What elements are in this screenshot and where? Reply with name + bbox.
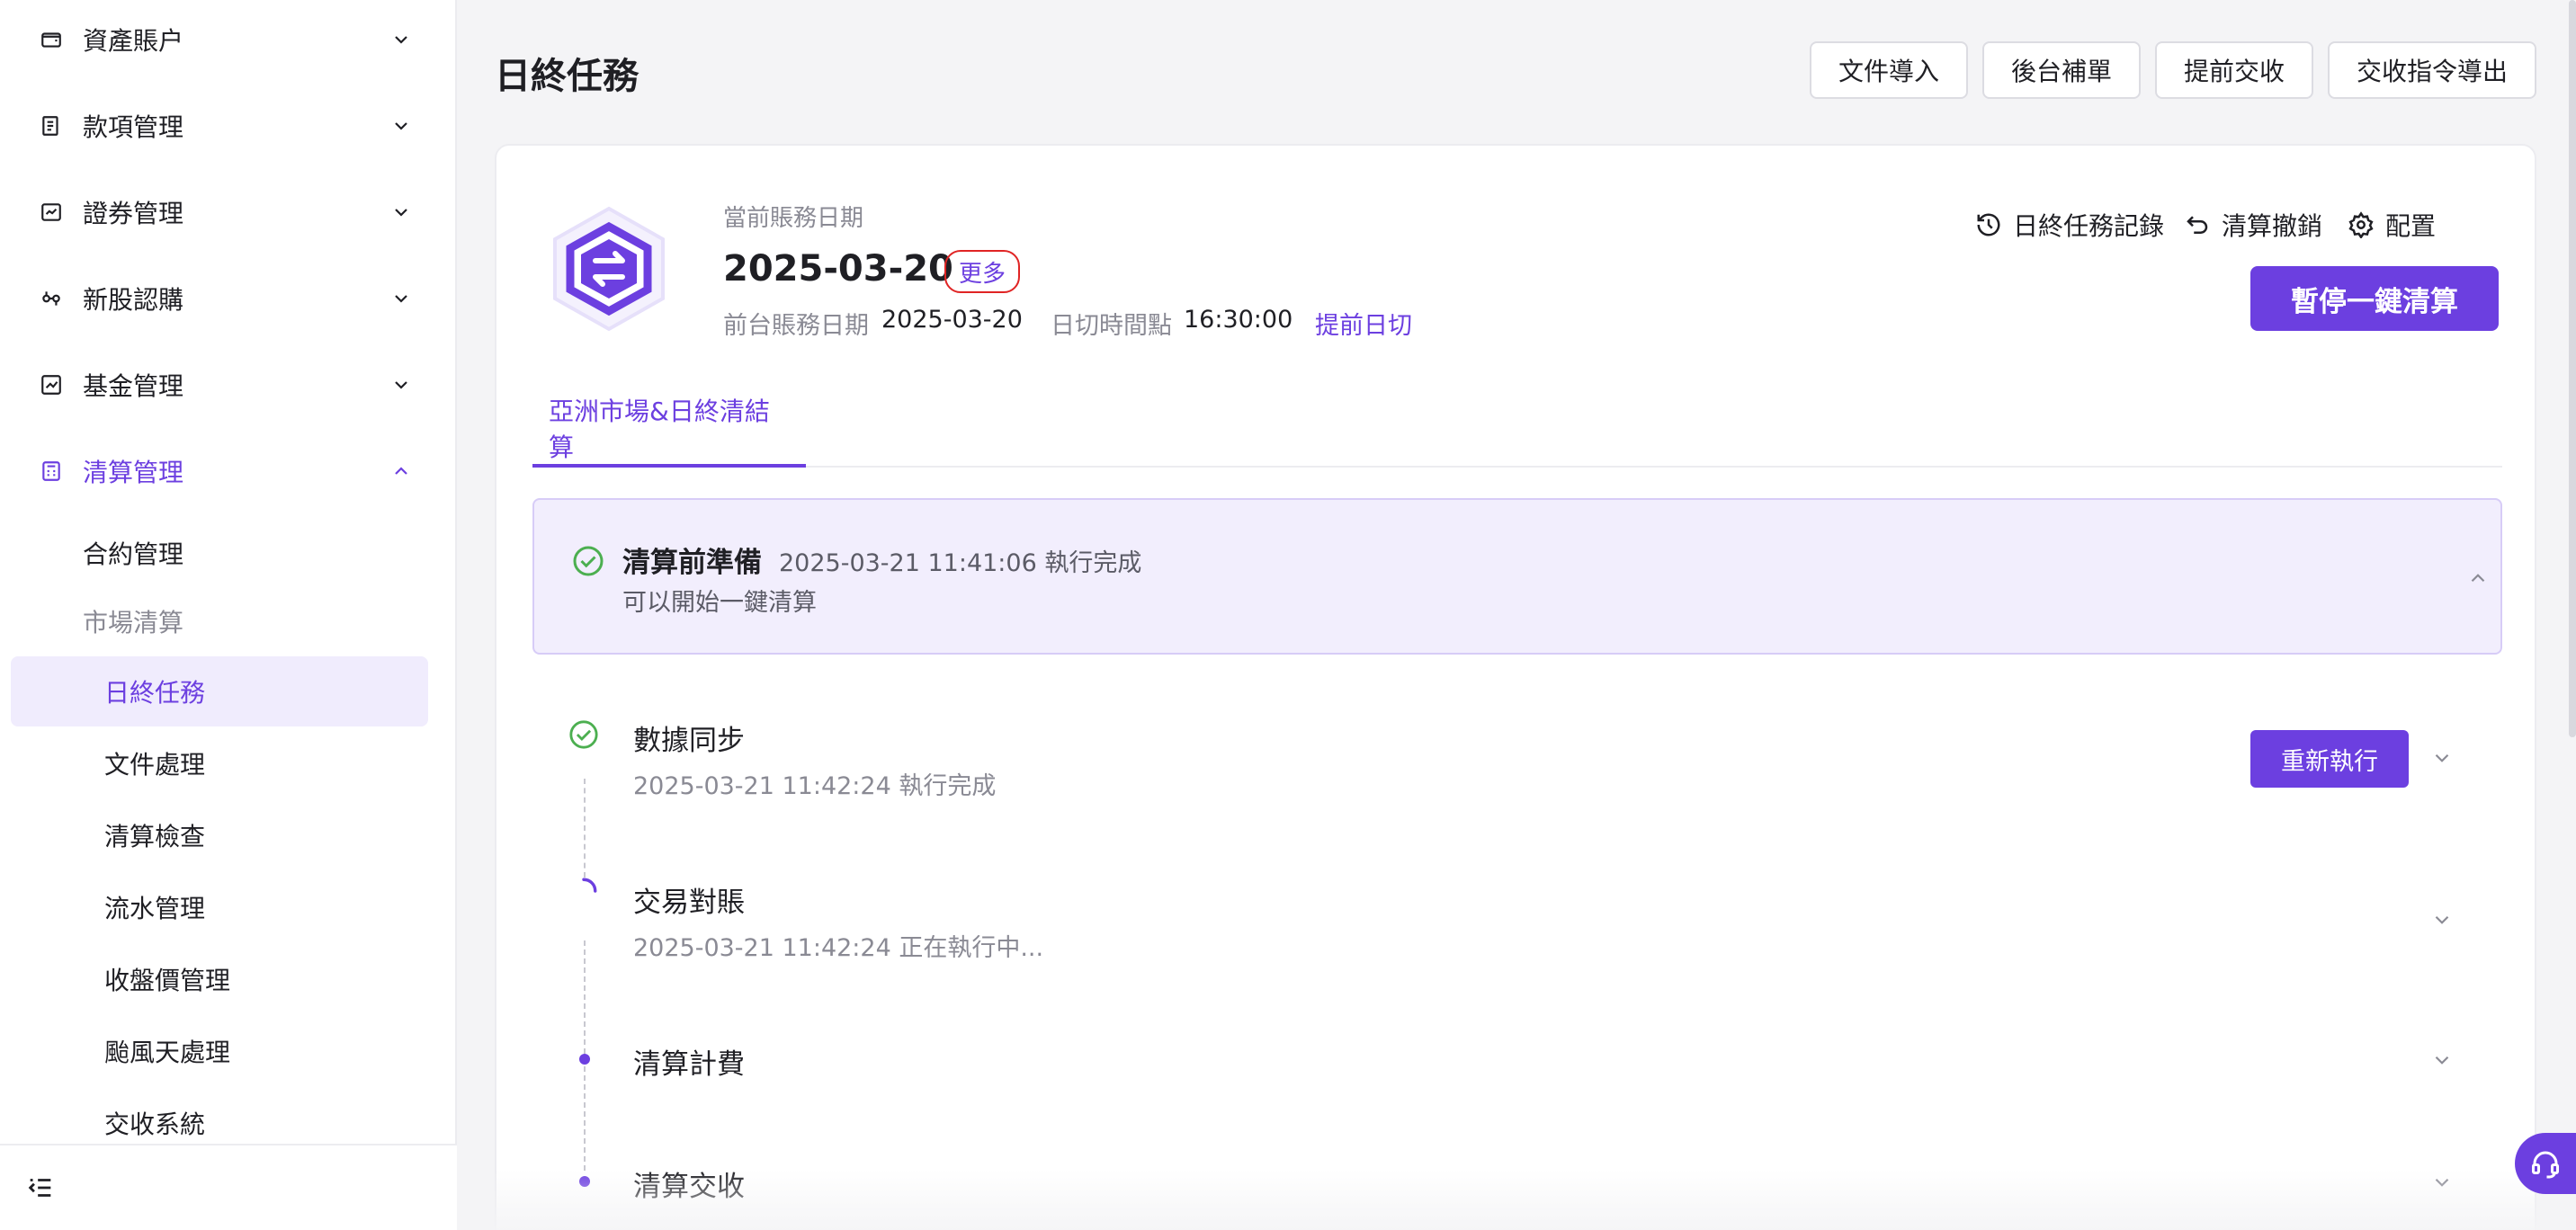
sidebar-group-securities[interactable]: 證券管理 — [0, 176, 457, 248]
undo-icon — [2187, 216, 2208, 234]
front-date-label: 前台賬務日期 — [723, 312, 869, 340]
action-label: 日終任務記錄 — [2013, 211, 2165, 241]
collapse-menu-icon[interactable] — [25, 1172, 56, 1203]
sidebar-group-label: 基金管理 — [83, 371, 184, 401]
page-title: 日終任務 — [495, 56, 639, 97]
step-pre-clearing[interactable]: 清算前準備 2025-03-21 11:41:06 執行完成 可以開始一鍵清算 — [532, 498, 2502, 655]
current-date-value: 2025-03-20 — [723, 248, 953, 290]
step-title-clearing-settlement: 清算交收 — [633, 1171, 745, 1203]
step-connector — [584, 779, 586, 878]
step-title: 清算前準備 — [622, 547, 762, 579]
cutoff-time-value: 16:30:00 — [1184, 306, 1293, 334]
sidebar-item-journal[interactable]: 流水管理 — [11, 872, 428, 942]
rerun-button[interactable]: 重新執行 — [2250, 730, 2409, 788]
history-icon — [1977, 213, 2000, 236]
chevron-up-icon — [395, 467, 407, 475]
sidebar-item-eod-tasks[interactable]: 日終任務 — [11, 656, 428, 726]
chevron-down-icon — [395, 36, 407, 44]
more-link[interactable]: 更多 — [944, 250, 1020, 293]
action-label: 清算撤銷 — [2222, 211, 2323, 241]
sidebar-item-file-processing[interactable]: 文件處理 — [11, 728, 428, 798]
cutoff-time-label: 日切時間點 — [1051, 312, 1172, 340]
chevron-down-icon[interactable] — [2430, 746, 2454, 770]
chevron-down-icon — [395, 381, 407, 389]
securities-icon — [41, 203, 61, 221]
sidebar-item-contracts[interactable]: 合約管理 — [0, 518, 417, 588]
app-root: 資產賬户 款項管理 證券管理 新股認購 基金管理 清算管理 合約管理 市場清算 … — [0, 0, 2576, 1230]
check-circle-icon — [573, 546, 604, 576]
sidebar-group-label: 新股認購 — [83, 285, 184, 315]
sidebar-group-payments[interactable]: 款項管理 — [0, 90, 457, 162]
step-time: 2025-03-21 11:42:24 執行完成 — [633, 772, 997, 800]
backend-order-button[interactable]: 後台補單 — [1982, 41, 2141, 99]
sidebar-item-label: 收盤價管理 — [104, 966, 231, 995]
early-cutoff-link[interactable]: 提前日切 — [1315, 306, 1412, 341]
chevron-down-icon[interactable] — [2430, 1171, 2454, 1194]
sidebar-item-label: 流水管理 — [104, 894, 206, 923]
early-settlement-button[interactable]: 提前交收 — [2155, 41, 2313, 99]
step-time: 2025-03-21 11:42:24 正在執行中... — [633, 934, 1044, 962]
page-scrollbar[interactable] — [2569, 0, 2576, 737]
step-pending-dot — [579, 1054, 590, 1065]
sidebar-group-label: 款項管理 — [83, 112, 184, 142]
action-label: 配置 — [2385, 211, 2437, 241]
wallet-icon — [41, 32, 61, 48]
chevron-up-icon[interactable] — [2466, 566, 2490, 590]
sidebar-footer — [0, 1144, 457, 1230]
loading-spinner-icon — [582, 878, 597, 893]
chevron-down-icon[interactable] — [2430, 908, 2454, 931]
gear-icon — [2348, 211, 2374, 238]
customer-support-button[interactable] — [2515, 1133, 2576, 1194]
exchange-logo-icon — [553, 206, 665, 332]
market-tabs: 亞洲市場&日終清結算 — [532, 392, 2502, 468]
pause-one-click-clearing-button[interactable]: 暫停一鍵清算 — [2250, 266, 2499, 331]
sidebar-item-market-clearing[interactable]: 市場清算 — [0, 586, 417, 656]
chevron-down-icon — [395, 209, 407, 217]
sidebar-group-clearing[interactable]: 清算管理 — [0, 435, 457, 507]
sidebar: 資產賬户 款項管理 證券管理 新股認購 基金管理 清算管理 合約管理 市場清算 … — [0, 0, 457, 1230]
sidebar-item-label: 清算檢查 — [104, 822, 206, 851]
eod-card: 當前賬務日期 2025-03-20 更多 前台賬務日期 2025-03-20 日… — [495, 144, 2536, 1230]
clearing-revoke-button[interactable]: 清算撤銷 — [2184, 207, 2322, 243]
sidebar-group-assets[interactable]: 資產賬户 — [0, 4, 457, 76]
current-date-label: 當前賬務日期 — [723, 205, 864, 232]
chevron-down-icon — [395, 295, 407, 303]
receipt-icon — [42, 116, 58, 136]
headset-icon — [2532, 1151, 2559, 1179]
file-import-button[interactable]: 文件導入 — [1810, 41, 1968, 99]
sidebar-item-typhoon[interactable]: 颱風天處理 — [11, 1016, 428, 1086]
chevron-down-icon — [395, 122, 407, 130]
front-date-value: 2025-03-20 — [881, 306, 1023, 334]
sidebar-group-label: 證券管理 — [83, 199, 184, 228]
sidebar-group-ipo[interactable]: 新股認購 — [0, 263, 457, 334]
fund-chart-icon — [41, 375, 61, 395]
chevron-down-icon[interactable] — [2430, 1048, 2454, 1072]
sidebar-item-closing-price[interactable]: 收盤價管理 — [11, 944, 428, 1014]
sidebar-group-funds[interactable]: 基金管理 — [0, 349, 457, 421]
calculator-icon — [42, 461, 60, 481]
ipo-icon — [42, 291, 60, 306]
config-button[interactable]: 配置 — [2348, 207, 2436, 243]
check-circle-icon — [569, 720, 598, 749]
export-instructions-button[interactable]: 交收指令導出 — [2328, 41, 2536, 99]
step-title-trade-reconciliation: 交易對賬 — [633, 887, 745, 919]
step-title-data-sync: 數據同步 — [633, 725, 745, 757]
sidebar-item-label: 交收系統 — [104, 1110, 206, 1139]
sidebar-item-label: 文件處理 — [104, 750, 206, 780]
step-time: 2025-03-21 11:41:06 執行完成 — [779, 549, 1142, 577]
sidebar-item-clearing-check[interactable]: 清算檢查 — [11, 800, 428, 870]
eod-task-log-button[interactable]: 日終任務記錄 — [1975, 207, 2164, 243]
step-pending-dot — [579, 1176, 590, 1187]
sidebar-item-label: 市場清算 — [83, 608, 184, 637]
sidebar-group-label: 清算管理 — [83, 458, 184, 487]
sidebar-item-label: 合約管理 — [83, 539, 184, 569]
step-title-clearing-fees: 清算計費 — [633, 1048, 745, 1081]
sidebar-item-label: 颱風天處理 — [104, 1038, 231, 1067]
sidebar-item-label: 日終任務 — [104, 678, 206, 708]
sidebar-group-label: 資產賬户 — [83, 26, 184, 56]
step-description: 可以開始一鍵清算 — [622, 589, 817, 617]
tab-asia-eod[interactable]: 亞洲市場&日終清結算 — [532, 392, 806, 468]
